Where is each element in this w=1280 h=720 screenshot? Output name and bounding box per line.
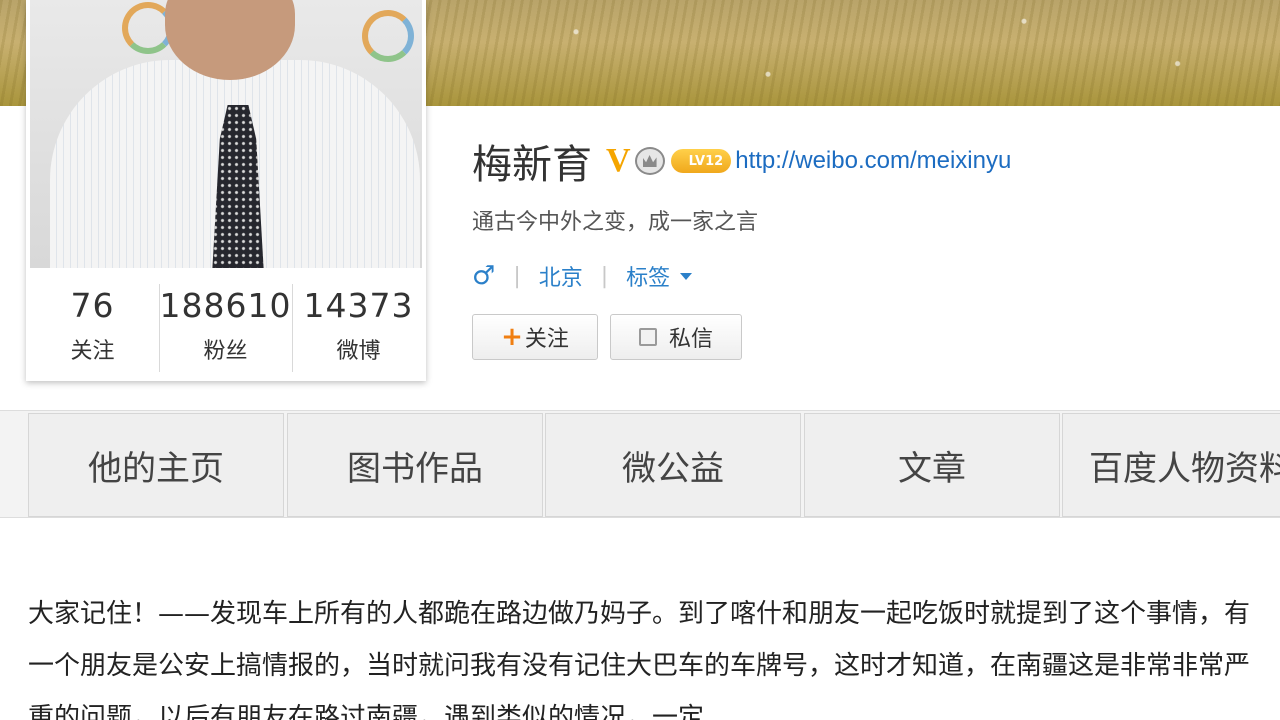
stat-following[interactable]: 76 关注: [26, 268, 159, 381]
tab-baidu-profile[interactable]: 百度人物资料: [1062, 413, 1280, 517]
stat-value: 76: [70, 286, 115, 325]
level-badge[interactable]: LV12: [670, 149, 732, 173]
male-icon: ♂: [472, 261, 496, 291]
backdrop-logo: [362, 10, 414, 62]
stat-posts[interactable]: 14373 微博: [292, 268, 425, 381]
tags-dropdown[interactable]: 标签: [626, 260, 693, 292]
action-buttons: + 关注 私信: [472, 314, 1011, 360]
stat-label: 关注: [70, 339, 115, 364]
name-row: 梅新育 V LV12 http://weibo.com/meixinyu: [472, 132, 1011, 190]
message-label: 私信: [668, 327, 713, 352]
stats-bar: 76 关注 188610 粉丝 14373 微博: [26, 268, 426, 381]
verified-badge-icon[interactable]: V: [606, 144, 631, 178]
divider: |: [600, 263, 609, 289]
plus-icon: +: [501, 322, 523, 352]
follow-button[interactable]: + 关注: [472, 314, 598, 360]
tags-label: 标签: [626, 266, 671, 291]
profile-url-link[interactable]: http://weibo.com/meixinyu: [735, 147, 1011, 175]
tab-books[interactable]: 图书作品: [287, 413, 543, 517]
message-button[interactable]: 私信: [610, 314, 742, 360]
tab-home[interactable]: 他的主页: [28, 413, 284, 517]
tab-articles[interactable]: 文章: [804, 413, 1060, 517]
avatar[interactable]: [30, 0, 422, 268]
stat-value: 14373: [303, 286, 414, 325]
stat-value: 188610: [159, 286, 292, 325]
profile-meta: ♂ | 北京 | 标签: [472, 260, 1011, 292]
profile-name: 梅新育: [472, 142, 592, 188]
divider: |: [513, 263, 521, 289]
message-icon: [638, 328, 657, 346]
stat-label: 粉丝: [203, 339, 248, 364]
stat-followers[interactable]: 188610 粉丝: [159, 268, 292, 381]
post-text: 大家记住！——发现车上所有的人都跪在路边做乃妈子。到了喀什和朋友一起吃饭时就提到…: [28, 599, 1251, 720]
tab-charity[interactable]: 微公益: [545, 413, 801, 517]
profile-bio: 通古今中外之变，成一家之言: [472, 210, 759, 235]
profile-card: 76 关注 188610 粉丝 14373 微博: [26, 0, 426, 381]
profile-tab-bar: 他的主页 图书作品 微公益 文章 百度人物资料: [0, 410, 1280, 518]
location-link[interactable]: 北京: [539, 260, 583, 292]
follow-label: 关注: [524, 327, 569, 352]
crown-icon[interactable]: [634, 147, 665, 175]
stat-label: 微博: [336, 339, 381, 364]
caret-down-icon: [680, 272, 693, 280]
profile-info: 梅新育 V LV12 http://weibo.com/meixinyu 通古今…: [472, 132, 1011, 360]
